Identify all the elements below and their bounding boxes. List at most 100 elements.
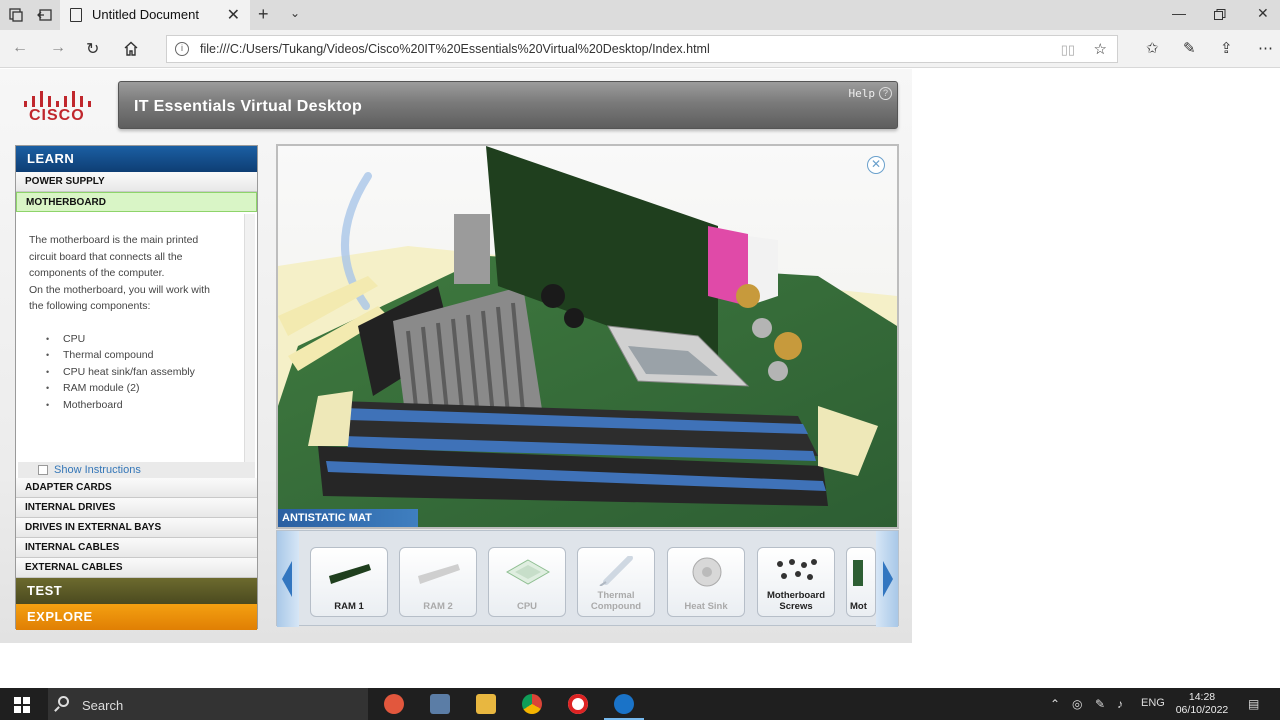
tray-scroll-right-button[interactable] xyxy=(876,531,898,627)
sidebar-item-adapter-cards[interactable]: ADAPTER CARDS xyxy=(16,478,257,498)
tile-label-line2: Screws xyxy=(779,601,813,612)
favorites-icon[interactable]: ✩ xyxy=(1146,39,1159,57)
screws-icon xyxy=(777,559,817,580)
tab-preview-icon[interactable] xyxy=(8,7,24,23)
chevron-down-icon[interactable]: ⌄ xyxy=(290,6,300,20)
explore-header[interactable]: EXPLORE xyxy=(16,604,257,630)
close-view-icon[interactable]: ✕ xyxy=(867,156,885,174)
motherboard-icon xyxy=(853,560,863,586)
more-icon[interactable]: ⋯ xyxy=(1258,39,1273,57)
arrow-right-icon xyxy=(883,561,893,597)
tile-label-line1: Motherboard xyxy=(766,590,826,601)
taskbar-search-box[interactable]: Search xyxy=(48,688,368,720)
chrome-icon[interactable] xyxy=(522,694,542,714)
new-tab-icon[interactable]: + xyxy=(258,4,269,25)
tile-thermal-compound[interactable]: Thermal Compound xyxy=(577,547,655,617)
show-instructions-checkbox[interactable] xyxy=(38,465,48,475)
description-line: circuit board that connects all the xyxy=(29,250,183,263)
description-line: On the motherboard, you will work with xyxy=(29,283,210,296)
tab-close-icon[interactable]: ✕ xyxy=(227,5,240,25)
clock-time: 14:28 xyxy=(1188,691,1216,703)
sidebar-item-power-supply[interactable]: POWER SUPPLY xyxy=(16,172,257,192)
arrow-left-icon xyxy=(282,561,292,597)
cisco-wordmark: CISCO xyxy=(29,107,85,124)
show-instructions-label: Show Instructions xyxy=(54,464,141,476)
camera-app-icon[interactable] xyxy=(384,694,404,714)
cisco-logo-bars xyxy=(24,87,94,107)
motherboard-3d-view[interactable]: ✕ ANTISTATIC MAT xyxy=(276,144,899,529)
favorite-star-icon[interactable]: ☆ xyxy=(1094,40,1107,58)
app-title: IT Essentials Virtual Desktop xyxy=(134,98,363,115)
forward-icon[interactable]: → xyxy=(50,39,66,57)
tile-label-line2: RAM 1 xyxy=(334,601,364,612)
tray-scroll-left-button[interactable] xyxy=(277,531,299,627)
address-toolbar: ← → ↻ i file:///C:/Users/Tukang/Videos/C… xyxy=(0,30,1280,68)
tile-heat-sink[interactable]: Heat Sink xyxy=(667,547,745,617)
edge-browser-icon[interactable] xyxy=(604,694,644,720)
cisco-logo: CISCO xyxy=(22,87,98,127)
description-line: the following components: xyxy=(29,300,151,312)
tile-label-line2: Mot xyxy=(850,601,867,612)
pen-icon[interactable]: ✎ xyxy=(1183,39,1196,57)
url-text: file:///C:/Users/Tukang/Videos/Cisco%20I… xyxy=(200,42,710,56)
component-tray: RAM 1 RAM 2 CPU Thermal Compound Heat Sin… xyxy=(276,530,899,627)
tab-untitled-document[interactable]: Untitled Document ✕ xyxy=(60,0,250,30)
taskbar-clock[interactable]: 14:28 06/10/2022 xyxy=(1172,691,1232,717)
tile-cpu[interactable]: CPU xyxy=(488,547,566,617)
description-line: The motherboard is the main printed xyxy=(29,234,199,246)
component-item: Thermal compound xyxy=(29,347,243,364)
window-close-icon[interactable]: ✕ xyxy=(1257,5,1269,22)
language-indicator[interactable]: ENG xyxy=(1141,697,1165,709)
restore-icon[interactable] xyxy=(1214,9,1226,21)
thermal-compound-syringe-icon xyxy=(599,556,633,586)
component-item: Motherboard xyxy=(29,397,243,414)
windows-taskbar: Search ⌃ ◎ ✎ ♪ ENG 14:28 06/10/2022 ▤ xyxy=(0,688,1280,720)
help-link[interactable]: Help xyxy=(849,87,876,100)
set-aside-tabs-icon[interactable] xyxy=(37,7,53,23)
component-item: CPU heat sink/fan assembly xyxy=(29,364,243,381)
file-explorer-icon[interactable] xyxy=(476,694,496,714)
search-placeholder: Search xyxy=(82,698,124,713)
test-header[interactable]: TEST xyxy=(16,578,257,604)
tile-motherboard-screws[interactable]: Motherboard Screws xyxy=(757,547,835,617)
description-line: components of the computer. xyxy=(29,267,165,279)
page-content: CISCO IT Essentials Virtual Desktop Help… xyxy=(0,69,1280,687)
sidebar-item-external-bays[interactable]: DRIVES IN EXTERNAL BAYS xyxy=(16,518,257,538)
sidebar-item-internal-cables[interactable]: INTERNAL CABLES xyxy=(16,538,257,558)
sidebar-item-internal-drives[interactable]: INTERNAL DRIVES xyxy=(16,498,257,518)
info-icon[interactable]: i xyxy=(175,42,189,56)
home-icon[interactable] xyxy=(123,41,139,56)
sidebar: LEARN POWER SUPPLY MOTHERBOARD The mothe… xyxy=(15,145,258,630)
calculator-icon[interactable] xyxy=(430,694,450,714)
tile-ram-1[interactable]: RAM 1 xyxy=(310,547,388,617)
screen-recorder-icon[interactable] xyxy=(568,694,588,714)
windows-start-icon[interactable] xyxy=(14,697,30,713)
sidebar-item-external-cables[interactable]: EXTERNAL CABLES xyxy=(16,558,257,578)
heat-sink-fan-icon xyxy=(692,557,722,587)
learn-header[interactable]: LEARN xyxy=(16,146,257,172)
tile-motherboard[interactable]: Mot xyxy=(846,547,876,617)
show-hidden-icons-chevron-icon[interactable]: ⌃ xyxy=(1050,697,1060,711)
tile-ram-2[interactable]: RAM 2 xyxy=(399,547,477,617)
reading-view-icon[interactable]: ▯▯ xyxy=(1061,42,1075,58)
description-panel: The motherboard is the main printed circ… xyxy=(18,214,243,464)
help-icon[interactable]: ? xyxy=(879,87,892,100)
notification-center-icon[interactable]: ▤ xyxy=(1248,697,1259,711)
antistatic-mat-label: ANTISTATIC MAT xyxy=(278,509,418,527)
ram-module-icon xyxy=(329,564,371,584)
component-item: RAM module (2) xyxy=(29,380,243,397)
ram-module-icon xyxy=(418,564,460,584)
input-method-icon[interactable]: ✎ xyxy=(1095,697,1105,711)
back-icon[interactable]: ← xyxy=(12,39,28,57)
address-field[interactable]: i file:///C:/Users/Tukang/Videos/Cisco%2… xyxy=(166,35,1118,63)
refresh-icon[interactable]: ↻ xyxy=(86,39,99,59)
description-scrollbar[interactable] xyxy=(244,214,255,464)
network-globe-icon[interactable]: ◎ xyxy=(1072,697,1082,711)
clock-date: 06/10/2022 xyxy=(1175,704,1229,716)
sidebar-item-motherboard[interactable]: MOTHERBOARD xyxy=(16,192,257,212)
document-icon xyxy=(70,8,82,22)
share-icon[interactable]: ⇪ xyxy=(1220,39,1233,57)
minimize-icon[interactable]: — xyxy=(1172,5,1186,21)
volume-icon[interactable]: ♪ xyxy=(1117,697,1123,711)
show-instructions-toggle[interactable]: Show Instructions xyxy=(18,462,255,478)
